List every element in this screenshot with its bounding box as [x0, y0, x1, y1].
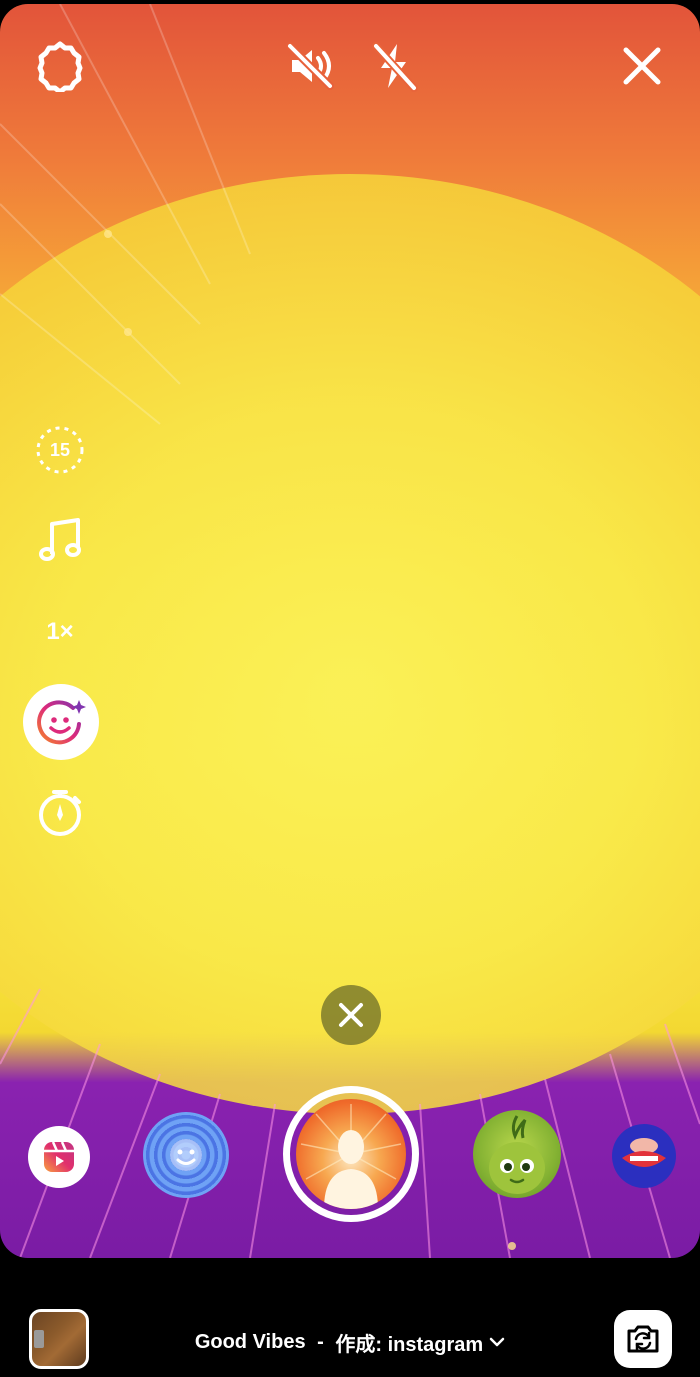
- flip-camera-button[interactable]: [614, 1310, 672, 1368]
- settings-button[interactable]: [30, 36, 90, 96]
- zoom-button[interactable]: 1×: [30, 612, 90, 652]
- camera-preview: [0, 4, 700, 1258]
- effect-creator: 作成: instagram: [335, 1333, 484, 1356]
- camera-flip-icon: [627, 1325, 659, 1353]
- close-button[interactable]: [612, 36, 672, 96]
- person-silhouette-icon: [300, 1104, 402, 1209]
- good-vibes-effect-thumb: [296, 1099, 406, 1209]
- duration-label: 15: [49, 439, 71, 460]
- effect-separator: -: [311, 1330, 330, 1353]
- capture-button[interactable]: [283, 1086, 419, 1222]
- gallery-button[interactable]: [29, 1309, 89, 1369]
- speaker-muted-icon: [286, 42, 334, 90]
- lips-icon: [622, 1138, 666, 1167]
- smiley-icon: [170, 1139, 202, 1171]
- timer-icon: [39, 790, 81, 836]
- effect-thumb-face[interactable]: [143, 1112, 229, 1198]
- mute-button[interactable]: [280, 36, 340, 96]
- light-rays: [0, 4, 700, 1258]
- duration-button[interactable]: 15: [30, 420, 90, 480]
- gallery-preview: [34, 1330, 44, 1348]
- timer-button[interactable]: [30, 782, 90, 842]
- chevron-down-icon: [489, 1337, 505, 1347]
- close-icon: [339, 1003, 363, 1027]
- sparkle: [508, 1242, 516, 1250]
- effect-info-button[interactable]: Good Vibes - 作成: instagram: [150, 1326, 550, 1358]
- character-face-icon: [489, 1115, 545, 1194]
- effect-title: Good Vibes: [194, 1330, 306, 1353]
- flash-off-icon: [372, 42, 418, 92]
- bottom-bar: [0, 1258, 700, 1377]
- gear-icon: [37, 41, 83, 92]
- close-icon: [623, 47, 661, 85]
- effects-button[interactable]: [23, 684, 99, 760]
- remove-effect-button[interactable]: [321, 985, 381, 1045]
- music-note-icon: [39, 518, 81, 561]
- sparkle: [104, 230, 112, 238]
- reels-icon: [44, 1141, 74, 1172]
- effect-thumb-green-character[interactable]: [473, 1110, 561, 1198]
- reels-button[interactable]: [28, 1126, 90, 1188]
- face-sparkle-icon: [37, 700, 86, 745]
- flash-button[interactable]: [364, 36, 424, 96]
- sparkle: [124, 328, 132, 336]
- music-button[interactable]: [30, 510, 90, 570]
- effect-thumb-lips[interactable]: [612, 1124, 676, 1188]
